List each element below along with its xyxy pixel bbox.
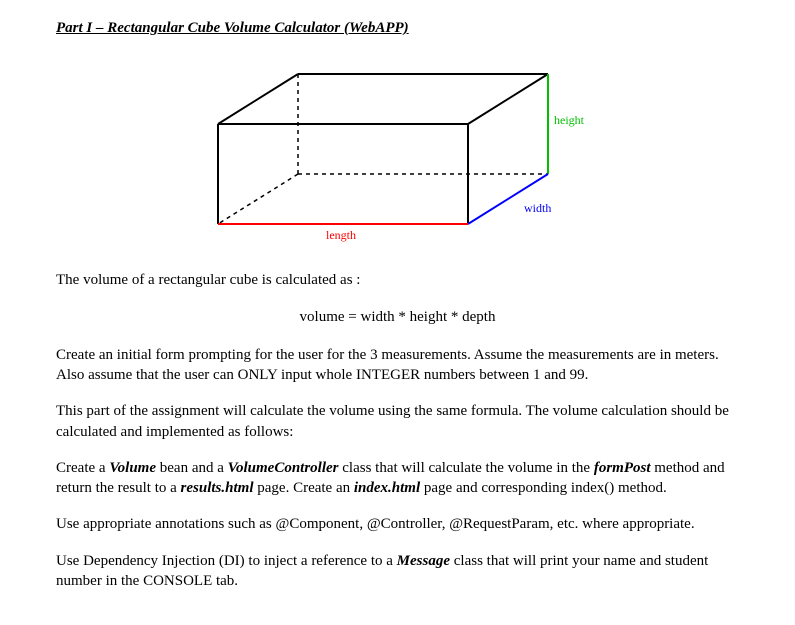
text: page and corresponding index() method. — [420, 480, 667, 496]
edge-bf — [468, 74, 548, 124]
results-html: results.html — [181, 480, 254, 496]
volume-formula: volume = width * height * depth — [56, 307, 739, 327]
text: class that will calculate the volume in … — [339, 460, 594, 476]
page-title: Part I – Rectangular Cube Volume Calcula… — [56, 18, 739, 38]
label-width: width — [524, 201, 551, 215]
text: bean and a — [156, 460, 228, 476]
rectangular-cube-svg: height width length — [178, 54, 618, 254]
label-length: length — [326, 228, 356, 242]
volume-bean: Volume — [109, 460, 156, 476]
p-annotations: Use appropriate annotations such as @Com… — [56, 514, 739, 534]
p-di: Use Dependency Injection (DI) to inject … — [56, 551, 739, 592]
volume-controller: VolumeController — [228, 460, 339, 476]
text: page. Create an — [254, 480, 354, 496]
cube-diagram: height width length — [56, 54, 739, 254]
p-calc-intro: This part of the assignment will calcula… — [56, 401, 739, 442]
formpost-method: formPost — [594, 460, 651, 476]
edge-ae — [218, 74, 298, 124]
index-html: index.html — [354, 480, 420, 496]
intro-line: The volume of a rectangular cube is calc… — [56, 270, 739, 290]
p-classes: Create a Volume bean and a VolumeControl… — [56, 458, 739, 499]
label-height: height — [554, 113, 585, 127]
hidden-edge-hd — [218, 174, 298, 224]
text: Create a — [56, 460, 109, 476]
edge-width — [468, 174, 548, 224]
p-form-reqs: Create an initial form prompting for the… — [56, 345, 739, 386]
